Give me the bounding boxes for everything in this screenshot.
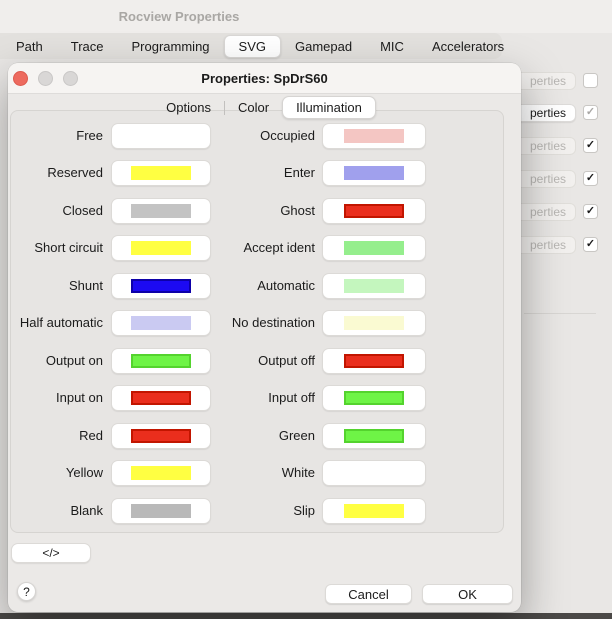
color-button-red[interactable] [111,423,211,449]
color-swatch-closed [131,204,191,218]
color-button-output-on[interactable] [111,348,211,374]
tab-svg[interactable]: SVG [224,35,281,58]
label-output-on: Output on [8,348,103,374]
color-swatch-green [344,429,404,443]
label-yellow: Yellow [8,460,103,486]
dialog-tab-illumination[interactable]: Illumination [282,96,376,119]
color-button-green[interactable] [322,423,426,449]
dialog-tabbar: OptionsColorIllumination [8,96,521,119]
dialog-title: Properties: SpDrS60 [8,71,521,86]
color-swatch-blank [131,504,191,518]
color-swatch-white [344,466,404,480]
color-button-automatic[interactable] [322,273,426,299]
tab-trace[interactable]: Trace [57,36,118,57]
color-swatch-slip [344,504,404,518]
color-button-half-automatic[interactable] [111,310,211,336]
side-checkbox[interactable]: ✓ [583,204,598,219]
color-swatch-yellow [131,466,191,480]
label-half-automatic: Half automatic [8,310,103,336]
color-swatch-automatic [344,279,404,293]
color-button-blank[interactable] [111,498,211,524]
dialog-tab-options[interactable]: Options [153,97,224,118]
color-button-enter[interactable] [322,160,426,186]
color-swatch-output-on [131,354,191,368]
tab-accelerators[interactable]: Accelerators [418,36,518,57]
side-checkbox[interactable]: ✓ [583,105,598,120]
label-no-destination: No destination [216,310,315,336]
color-swatch-enter [344,166,404,180]
color-button-yellow[interactable] [111,460,211,486]
color-swatch-short-circuit [131,241,191,255]
color-button-short-circuit[interactable] [111,235,211,261]
label-input-off: Input off [216,385,315,411]
help-button[interactable]: ? [17,582,36,601]
bottom-edge-strip [0,613,612,619]
color-button-slip[interactable] [322,498,426,524]
tab-path[interactable]: Path [2,36,57,57]
color-button-ghost[interactable] [322,198,426,224]
color-button-no-destination[interactable] [322,310,426,336]
tab-gamepad[interactable]: Gamepad [281,36,366,57]
label-green: Green [216,423,315,449]
label-closed: Closed [8,198,103,224]
color-button-shunt[interactable] [111,273,211,299]
ok-button[interactable]: OK [422,584,513,604]
background-window-tabbar: PathTraceProgrammingSVGGamepadMICAcceler… [0,33,502,59]
dialog-tab-color[interactable]: Color [225,97,282,118]
color-swatch-occupied [344,129,404,143]
label-accept-ident: Accept ident [216,235,315,261]
color-swatch-accept-ident [344,241,404,255]
color-swatch-input-off [344,391,404,405]
label-blank: Blank [8,498,103,524]
color-swatch-half-automatic [131,316,191,330]
tab-mic[interactable]: MIC [366,36,418,57]
color-swatch-free [131,129,191,143]
side-checkbox[interactable]: ✓ [583,171,598,186]
label-input-on: Input on [8,385,103,411]
tab-programming[interactable]: Programming [118,36,224,57]
color-swatch-ghost [344,204,404,218]
properties-dialog: Properties: SpDrS60 OptionsColorIllumina… [8,63,521,612]
code-button[interactable]: </> [11,543,91,563]
color-swatch-input-on [131,391,191,405]
color-swatch-shunt [131,279,191,293]
color-button-closed[interactable] [111,198,211,224]
label-automatic: Automatic [216,273,315,299]
color-button-reserved[interactable] [111,160,211,186]
side-checkbox[interactable] [583,73,598,88]
color-swatch-red [131,429,191,443]
label-enter: Enter [216,160,315,186]
label-reserved: Reserved [8,160,103,186]
color-swatch-output-off [344,354,404,368]
cancel-button[interactable]: Cancel [325,584,412,604]
label-white: White [216,460,315,486]
color-button-output-off[interactable] [322,348,426,374]
color-swatch-no-destination [344,316,404,330]
label-occupied: Occupied [216,123,315,149]
label-shunt: Shunt [8,273,103,299]
color-button-input-on[interactable] [111,385,211,411]
label-free: Free [8,123,103,149]
background-window-title: Rocview Properties [119,9,240,24]
side-divider [524,313,596,314]
label-slip: Slip [216,498,315,524]
color-button-occupied[interactable] [322,123,426,149]
side-checkbox[interactable]: ✓ [583,237,598,252]
label-short-circuit: Short circuit [8,235,103,261]
side-checkbox[interactable]: ✓ [583,138,598,153]
color-button-white[interactable] [322,460,426,486]
label-ghost: Ghost [216,198,315,224]
background-window-titlebar: Rocview Properties [0,0,612,33]
color-button-accept-ident[interactable] [322,235,426,261]
label-output-off: Output off [216,348,315,374]
color-button-input-off[interactable] [322,385,426,411]
label-red: Red [8,423,103,449]
dialog-titlebar: Properties: SpDrS60 [8,63,521,94]
color-button-free[interactable] [111,123,211,149]
color-swatch-reserved [131,166,191,180]
